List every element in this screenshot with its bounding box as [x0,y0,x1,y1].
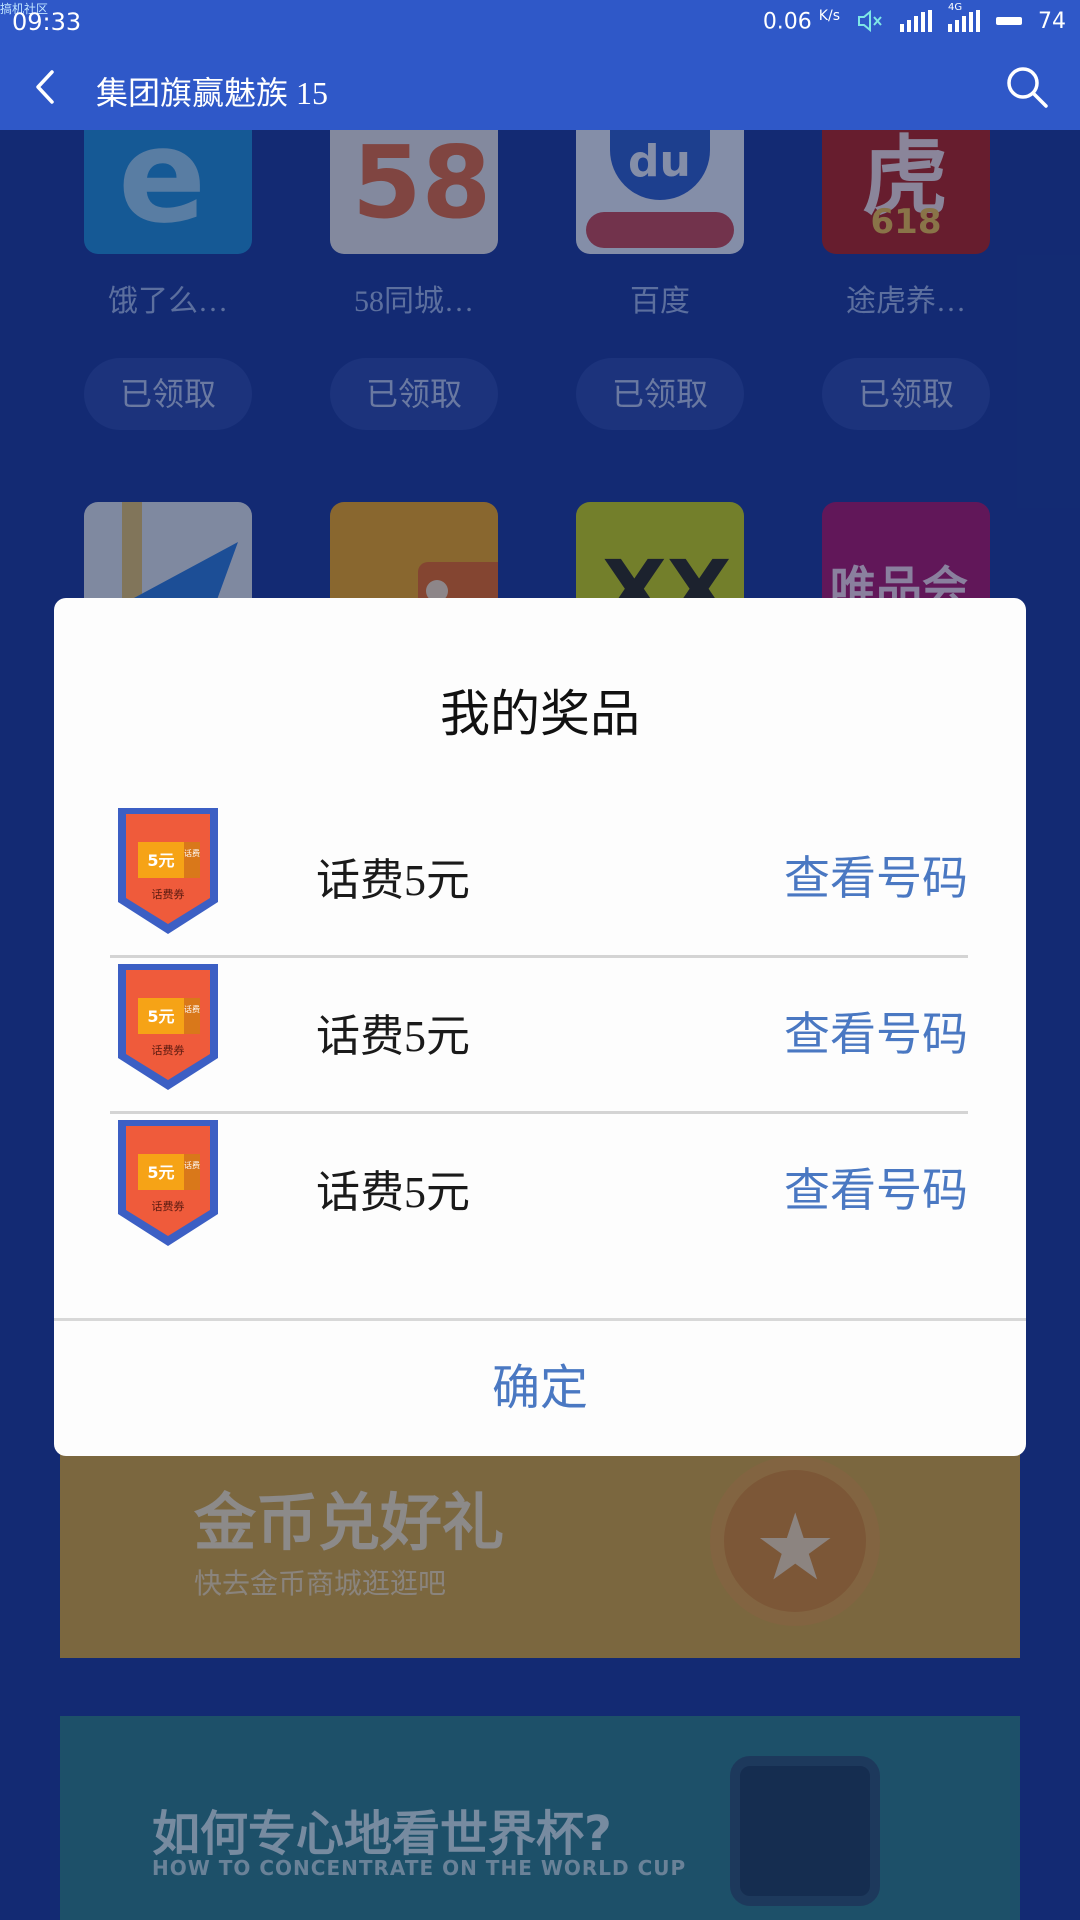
back-icon[interactable] [26,64,66,110]
view-code-button[interactable]: 查看号码 [784,1154,968,1220]
prize-name: 话费5元 [316,1012,470,1061]
svg-text:5元: 5元 [147,851,174,870]
view-code-button[interactable]: 查看号码 [784,998,968,1064]
mute-icon [858,10,882,33]
signal-4g-icon: 4G [948,2,980,33]
coupon-icon: 5元 话费 话费券 [118,1120,218,1246]
svg-text:话费券: 话费券 [152,1043,185,1057]
battery-icon [996,17,1022,26]
view-code-button[interactable]: 查看号码 [784,842,968,908]
svg-text:话费: 话费 [184,1004,200,1014]
signal-icon [900,10,932,33]
app-bar: 集团旗赢魅族 15 [0,44,1080,130]
prize-row: 5元 话费 话费券 话费5元 查看号码 [110,958,968,1114]
coupon-icon: 5元 话费 话费券 [118,964,218,1090]
status-time: 09:33 [12,8,82,36]
svg-text:话费券: 话费券 [152,887,185,901]
prize-row: 5元 话费 话费券 话费5元 查看号码 [110,802,968,958]
search-icon[interactable] [1002,62,1052,112]
status-right: 0.06 K/s 4G 74 [762,2,1066,35]
network-speed: 0.06 K/s [762,8,840,35]
svg-text:话费券: 话费券 [152,1199,185,1213]
page-title: 集团旗赢魅族 15 [96,75,329,111]
prize-dialog: 我的奖品 5元 话费 话费券 话费5元 查看号码 5元 话费 话费券 话费5元 … [54,598,1026,1456]
page: 搞机社区 09:33 0.06 K/s 4G 74 集团旗赢魅族 15 e 饿了… [0,0,1080,1920]
prize-name: 话费5元 [316,1168,470,1217]
dialog-title: 我的奖品 [440,686,640,742]
svg-text:话费: 话费 [184,1160,200,1170]
coupon-icon: 5元 话费 话费券 [118,808,218,934]
prize-name: 话费5元 [316,856,470,905]
battery-level: 74 [1038,8,1066,34]
svg-text:5元: 5元 [147,1163,174,1182]
svg-text:话费: 话费 [184,848,200,858]
confirm-button[interactable]: 确定 [54,1321,1026,1456]
svg-text:5元: 5元 [147,1007,174,1026]
status-bar: 搞机社区 09:33 0.06 K/s 4G 74 [0,0,1080,44]
prize-row: 5元 话费 话费券 话费5元 查看号码 [110,1114,968,1270]
